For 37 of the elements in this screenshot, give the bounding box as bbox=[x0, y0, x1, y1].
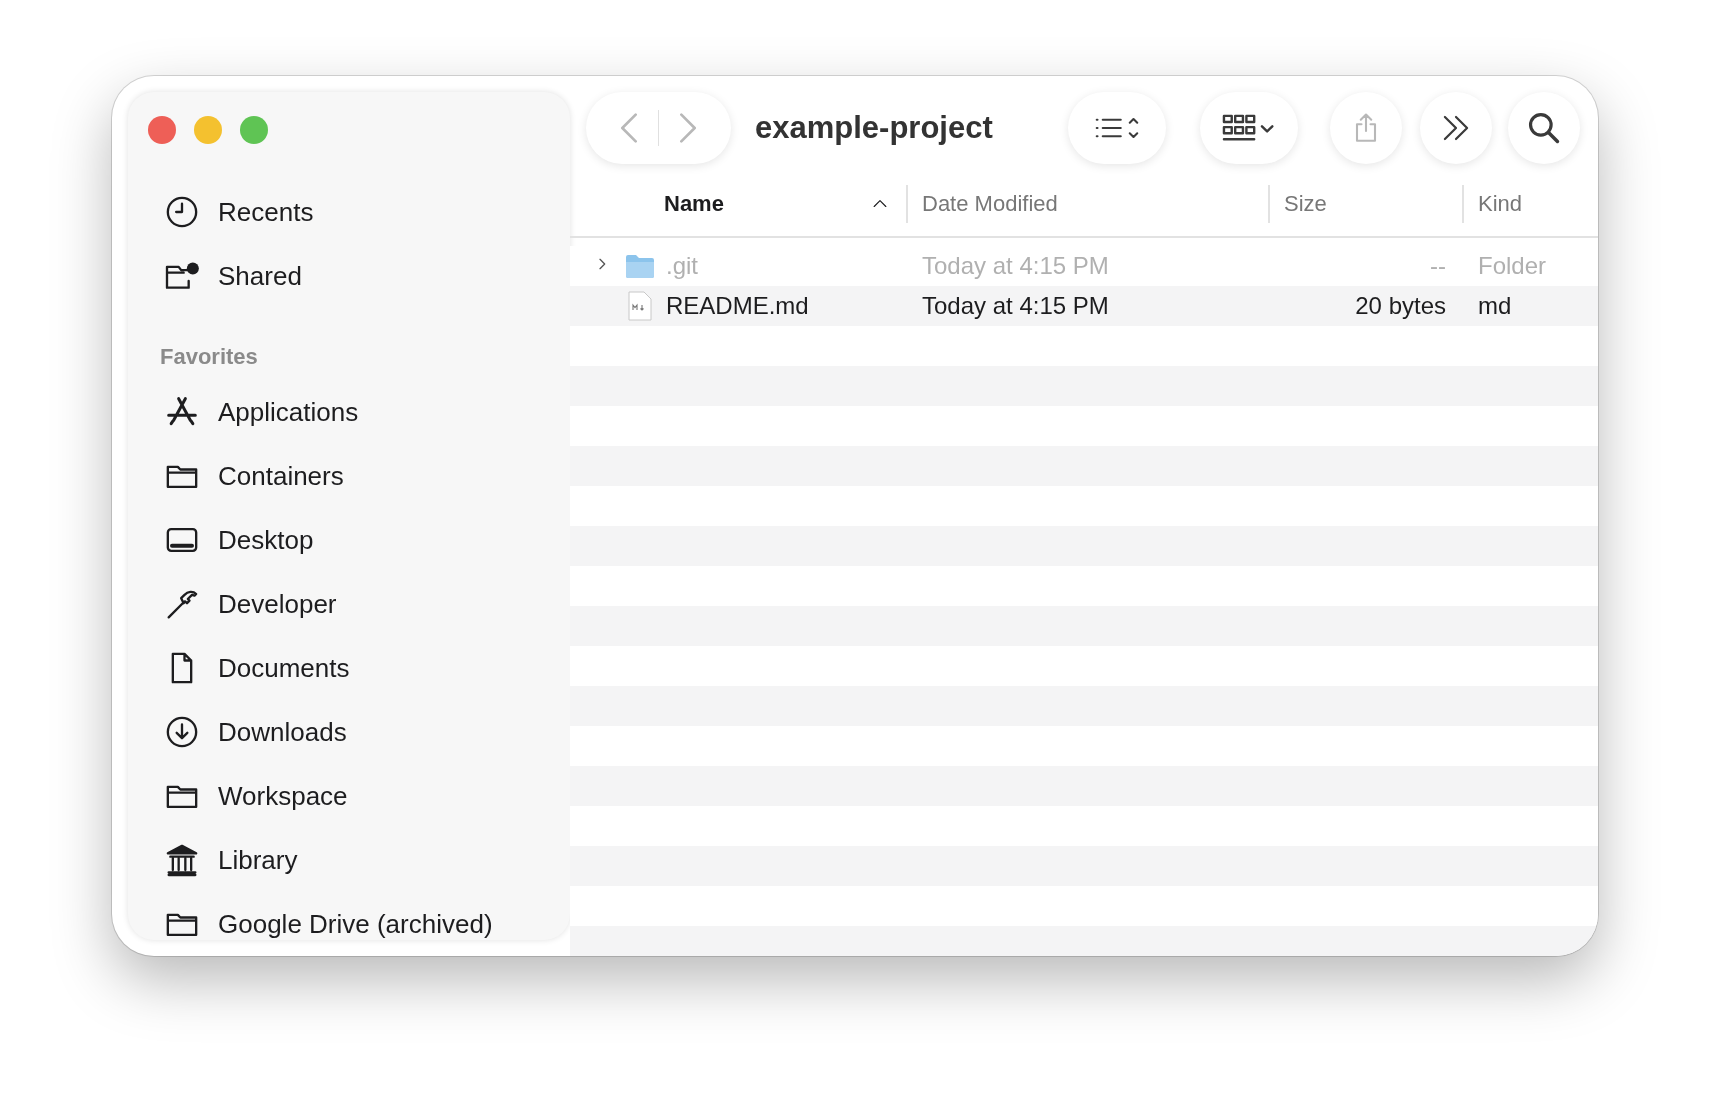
search-button[interactable] bbox=[1508, 92, 1580, 164]
column-header[interactable]: Kind bbox=[1462, 185, 1598, 223]
sidebar-item[interactable]: Google Drive (archived) bbox=[148, 892, 570, 940]
sidebar-item[interactable]: Applications bbox=[148, 380, 570, 444]
sidebar-item[interactable]: Downloads bbox=[148, 700, 570, 764]
size-cell-text: -- bbox=[1429, 252, 1447, 280]
file-row[interactable]: README.md Today at 4:15 PM 20 bytes md bbox=[570, 286, 1598, 326]
more-button[interactable] bbox=[1420, 92, 1492, 164]
sidebar-item[interactable]: Recents bbox=[148, 180, 570, 244]
size-cell-text: 20 bytes bbox=[1354, 292, 1447, 320]
date-cell-text: Today at 4:15 PM bbox=[921, 292, 1110, 320]
back-chevron-icon bbox=[621, 113, 637, 143]
section-heading: Favorites bbox=[159, 343, 259, 371]
folder-icon bbox=[625, 253, 655, 279]
sidebar-item[interactable]: Developer bbox=[148, 572, 570, 636]
markdown-file-icon bbox=[628, 291, 652, 321]
sidebar-item[interactable]: Documents bbox=[148, 636, 570, 700]
kind-cell-text: Folder bbox=[1477, 252, 1548, 280]
zoom-button[interactable] bbox=[240, 116, 268, 144]
column-header[interactable]: Date Modified bbox=[906, 185, 1268, 223]
sidebar-item[interactable]: Library bbox=[148, 828, 570, 892]
list-button[interactable] bbox=[1068, 92, 1166, 164]
sidebar-item[interactable]: Shared bbox=[148, 244, 570, 308]
close-button[interactable] bbox=[148, 116, 176, 144]
sidebar-item[interactable]: Workspace bbox=[148, 764, 570, 828]
date-cell-text: Today at 4:15 PM bbox=[921, 252, 1110, 280]
sidebar-item[interactable]: Containers bbox=[148, 444, 570, 508]
file-name: README.md bbox=[666, 292, 809, 320]
file-name: .git bbox=[666, 252, 698, 280]
forward-chevron-icon bbox=[680, 113, 696, 143]
grid-button[interactable] bbox=[1200, 92, 1298, 164]
window-title: example-project bbox=[755, 110, 994, 146]
column-header[interactable]: Name bbox=[570, 185, 906, 223]
sidebar-item[interactable]: Desktop bbox=[148, 508, 570, 572]
column-header[interactable]: Size bbox=[1268, 185, 1462, 223]
kind-cell-text: md bbox=[1477, 292, 1513, 320]
minimize-button[interactable] bbox=[194, 116, 222, 144]
